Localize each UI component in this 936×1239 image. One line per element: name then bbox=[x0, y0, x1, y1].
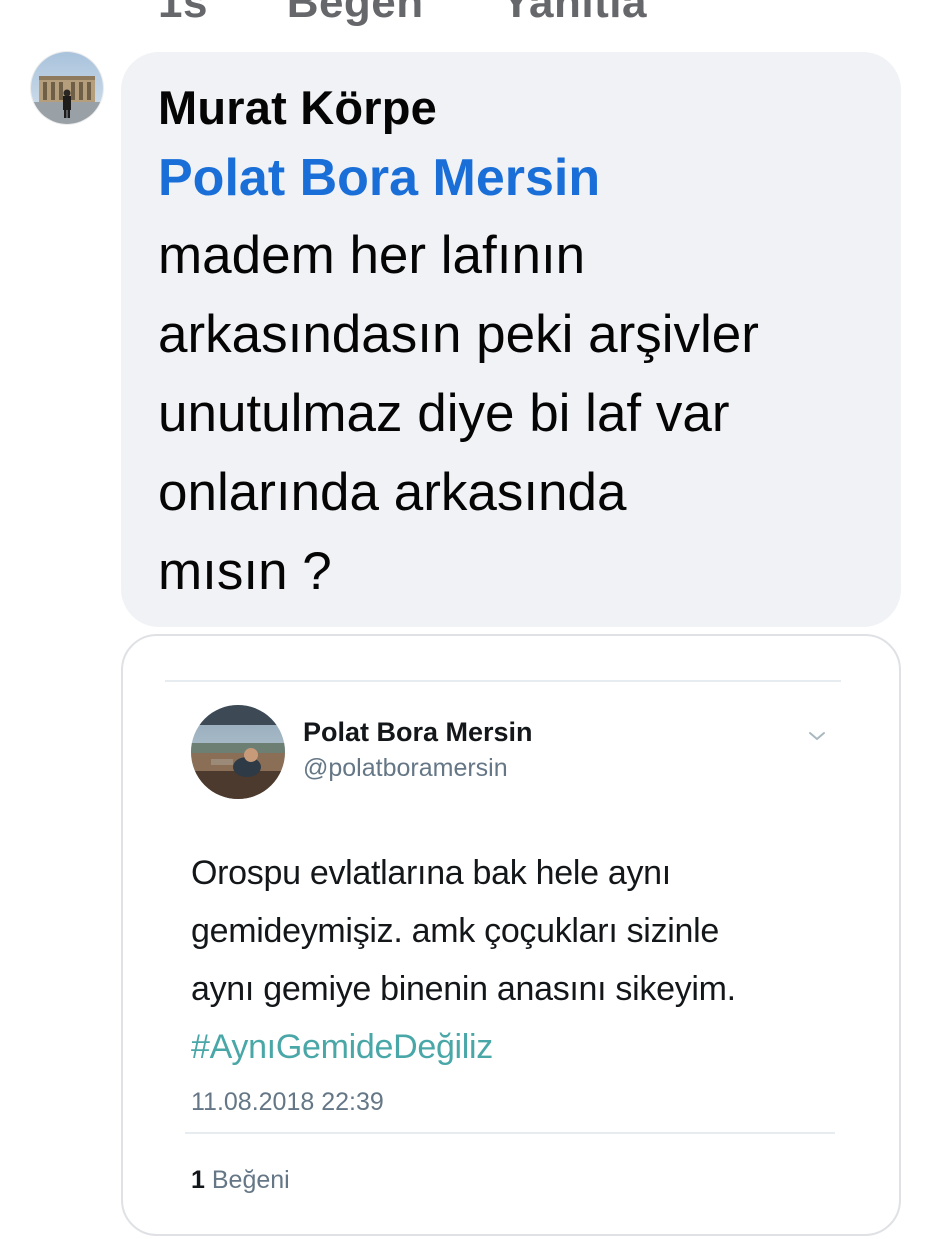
comment-mention-link[interactable]: Polat Bora Mersin bbox=[158, 140, 865, 216]
tweet-hashtag: #AynıGemideDeğiliz bbox=[191, 1028, 494, 1066]
tweet-top-divider bbox=[165, 680, 841, 682]
commenter-avatar[interactable] bbox=[31, 52, 103, 124]
previous-comment-time: 1s bbox=[158, 0, 208, 27]
tweet-text-line: aynı gemiye binenin anasını sikeyim. bbox=[191, 970, 736, 1008]
tweet-avatar bbox=[191, 705, 285, 799]
chevron-down-icon bbox=[809, 732, 825, 740]
tweet-like-count: 1 Beğeni bbox=[191, 1166, 290, 1195]
tweet-text-line: Orospu evlatlarına bak hele aynı bbox=[191, 854, 671, 892]
comment-text-line: arkasındasın peki arşivler bbox=[158, 305, 759, 364]
tweet-text-line: gemideymişiz. amk çoçukları sizinle bbox=[191, 912, 719, 950]
tweet-like-label: Beğeni bbox=[211, 1166, 290, 1194]
comment-text-line: onlarında arkasında bbox=[158, 463, 627, 522]
comment-image-attachment[interactable]: Polat Bora Mersin @polatboramersin Orosp… bbox=[121, 634, 901, 1236]
commenter-avatar-image bbox=[31, 52, 103, 124]
tweet-text: Orospu evlatlarına bak hele aynı gemidey… bbox=[191, 844, 831, 1076]
tweet-datetime: 11.08.2018 22:39 bbox=[191, 1088, 384, 1116]
tweet-avatar-image bbox=[191, 705, 285, 799]
comment-text-line: unutulmaz diye bi laf var bbox=[158, 384, 730, 443]
comment-text-line: madem her lafının bbox=[158, 226, 586, 285]
previous-comment-like-button[interactable]: Beğen bbox=[287, 0, 424, 27]
previous-comment-reply-button[interactable]: Yanıtla bbox=[502, 0, 647, 27]
comment-text: madem her lafının arkasındasın peki arşi… bbox=[158, 216, 868, 611]
comment-bubble[interactable]: Murat Körpe Polat Bora Mersin madem her … bbox=[121, 52, 901, 627]
comment-author[interactable]: Murat Körpe bbox=[158, 80, 865, 136]
tweet-like-number: 1 bbox=[191, 1166, 205, 1194]
tweet-handle: @polatboramersin bbox=[303, 754, 508, 782]
previous-comment-actions: 1s Beğen Yanıtla bbox=[158, 0, 713, 28]
tweet-screenshot: Polat Bora Mersin @polatboramersin Orosp… bbox=[165, 680, 841, 1194]
tweet-display-name: Polat Bora Mersin bbox=[303, 717, 533, 747]
tweet-bottom-divider bbox=[185, 1132, 835, 1134]
comment-text-line: mısın ? bbox=[158, 542, 332, 601]
